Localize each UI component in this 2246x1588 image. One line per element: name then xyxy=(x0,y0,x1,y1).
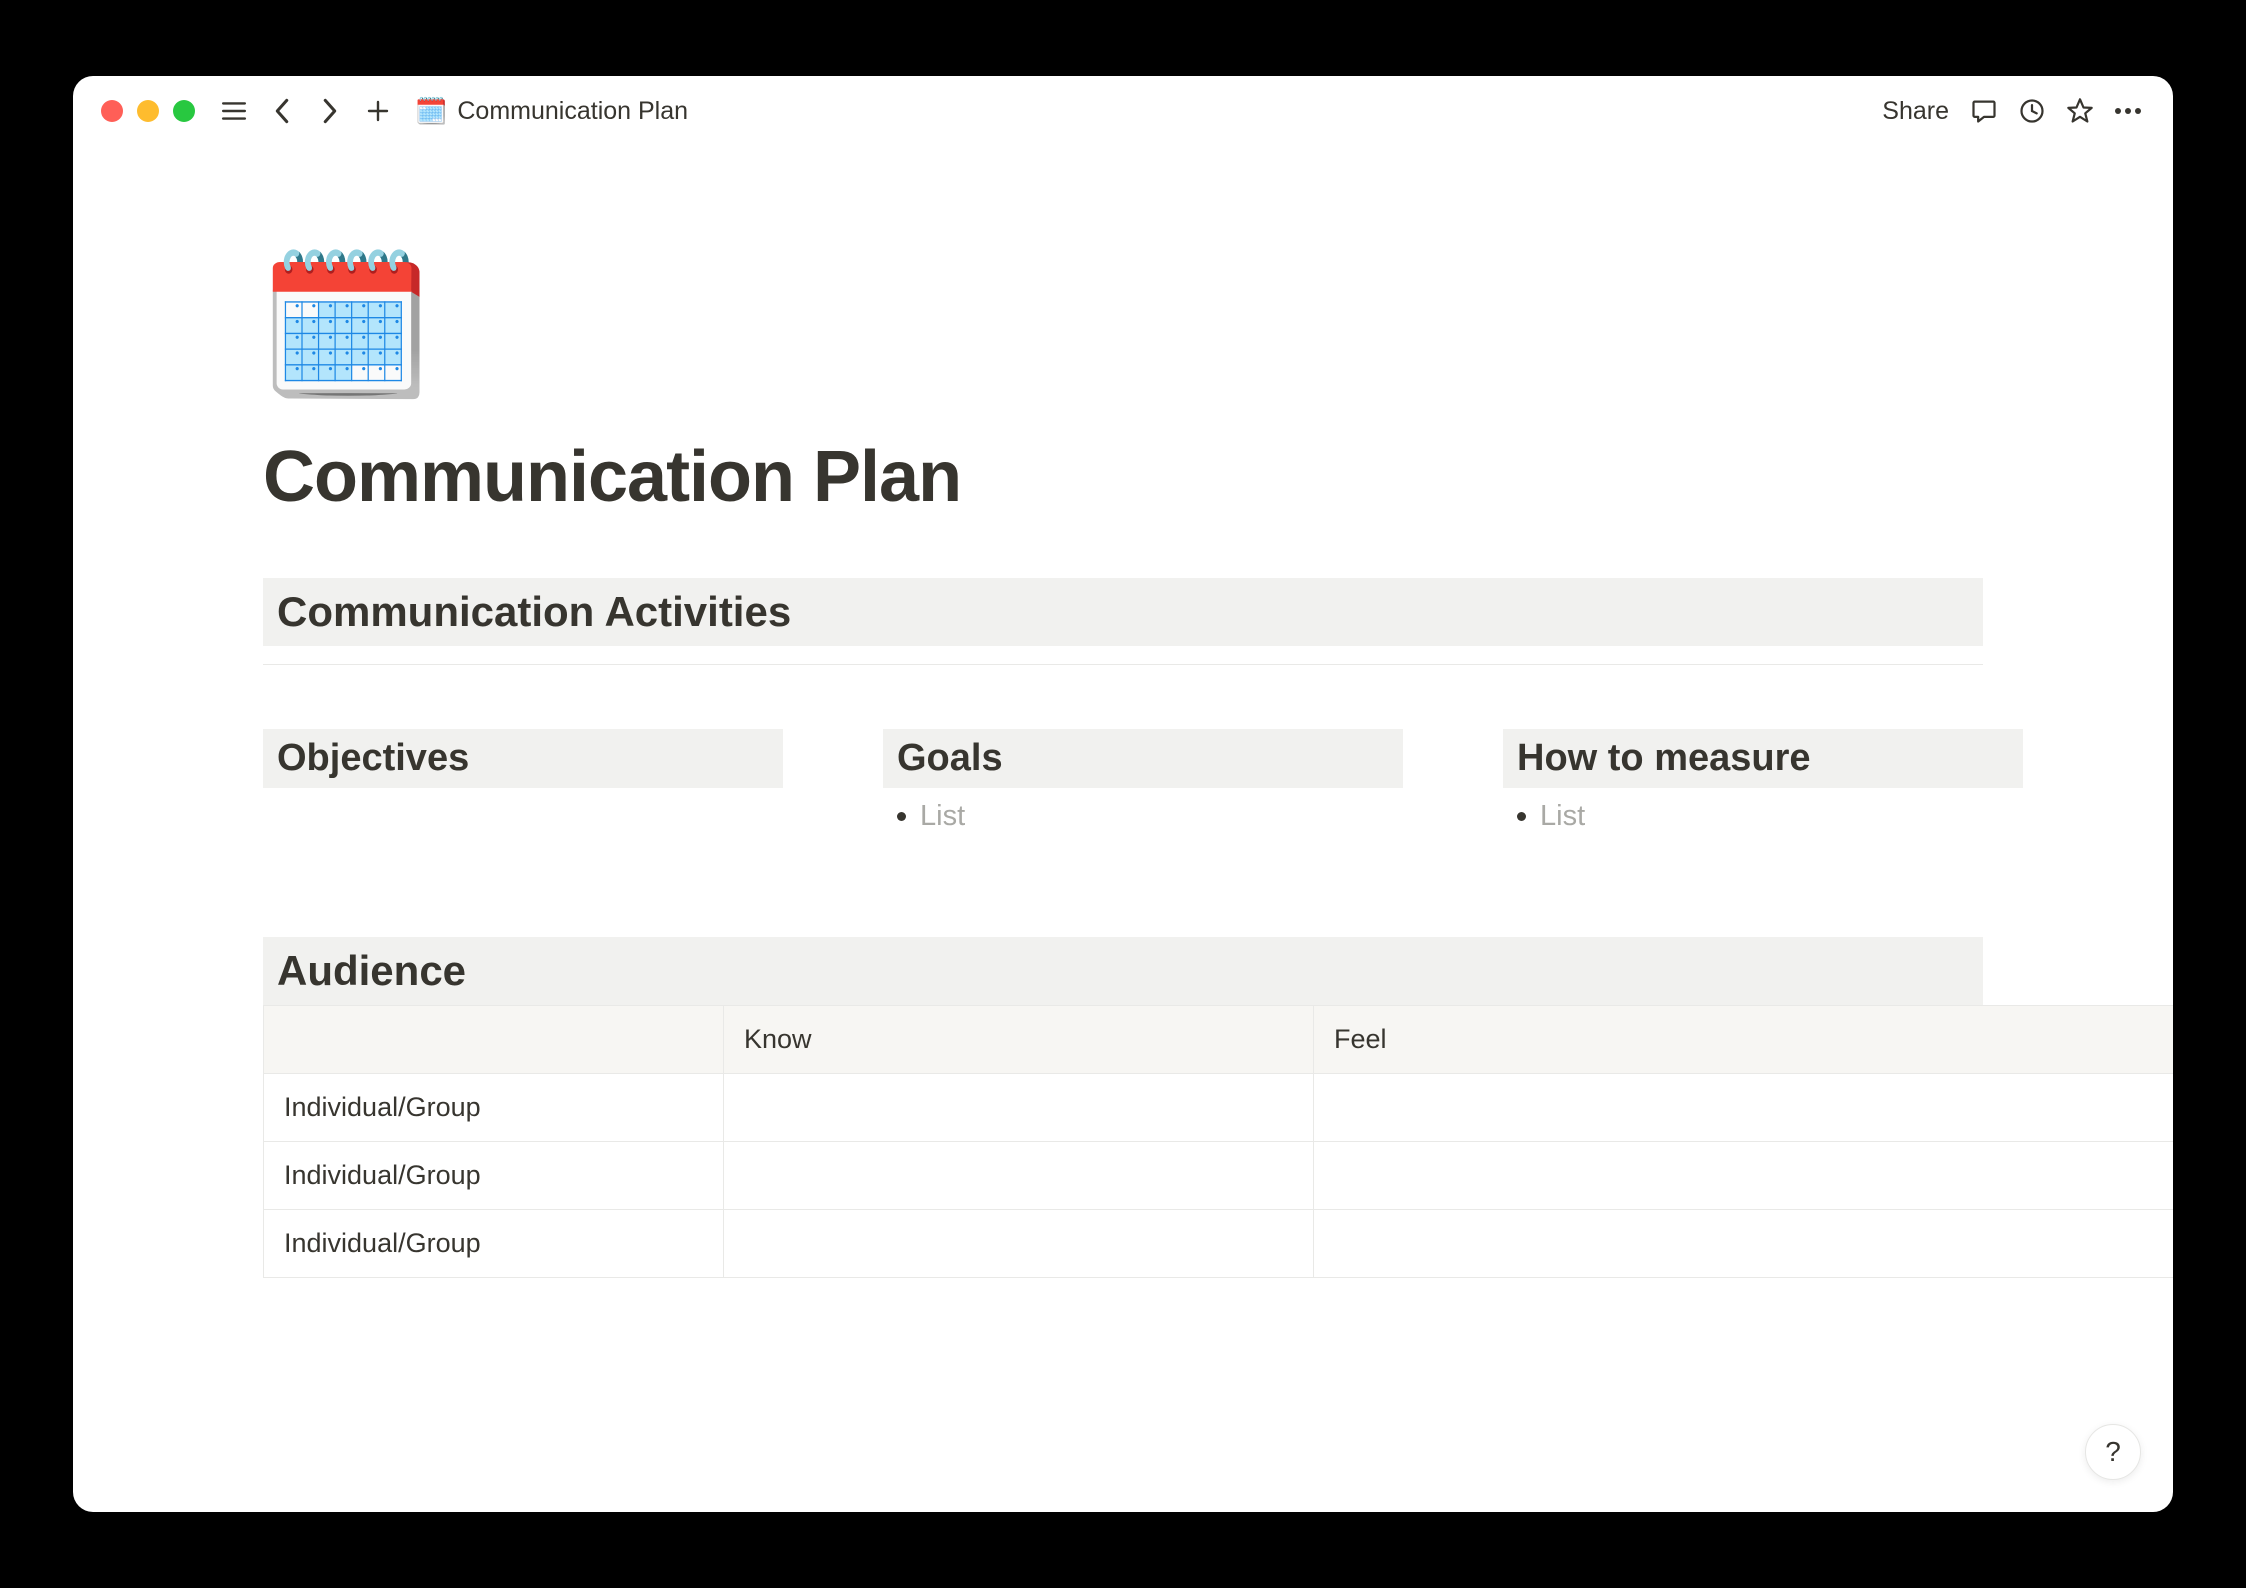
three-column-layout: Objectives Goals List How to measure Lis… xyxy=(263,729,1983,837)
breadcrumb-page-title: Communication Plan xyxy=(457,97,688,126)
table-row: Individual/Group xyxy=(264,1142,2174,1210)
back-button[interactable] xyxy=(265,94,299,128)
bullet-icon xyxy=(897,812,906,821)
table-row: Individual/Group xyxy=(264,1210,2174,1278)
favorite-button[interactable] xyxy=(2063,94,2097,128)
table-cell[interactable] xyxy=(1314,1074,2174,1142)
measure-bullet-item[interactable]: List xyxy=(1503,796,2023,837)
comments-button[interactable] xyxy=(1967,94,2001,128)
audience-table-wrap: Know Feel Individual/Group Individual/Gr… xyxy=(263,1005,2173,1278)
page-content: 🗓️ Communication Plan Communication Acti… xyxy=(73,146,2173,1512)
measure-heading[interactable]: How to measure xyxy=(1503,729,2023,788)
breadcrumb[interactable]: 🗓️ Communication Plan xyxy=(415,97,688,126)
toolbar: 🗓️ Communication Plan Share xyxy=(73,76,2173,146)
table-cell[interactable] xyxy=(1314,1210,2174,1278)
goals-bullet-item[interactable]: List xyxy=(883,796,1403,837)
goals-heading[interactable]: Goals xyxy=(883,729,1403,788)
page-icon[interactable]: 🗓️ xyxy=(259,256,1983,396)
table-cell[interactable] xyxy=(724,1142,1314,1210)
bullet-placeholder: List xyxy=(1540,800,1585,833)
app-window: 🗓️ Communication Plan Share xyxy=(73,76,2173,1512)
updates-button[interactable] xyxy=(2015,94,2049,128)
table-cell[interactable]: Individual/Group xyxy=(264,1210,724,1278)
forward-button[interactable] xyxy=(313,94,347,128)
table-cell[interactable] xyxy=(1314,1142,2174,1210)
goals-column: Goals List xyxy=(883,729,1403,837)
bullet-placeholder: List xyxy=(920,800,965,833)
window-controls xyxy=(101,100,195,122)
close-window-button[interactable] xyxy=(101,100,123,122)
table-cell[interactable] xyxy=(724,1074,1314,1142)
bullet-icon xyxy=(1517,812,1526,821)
objectives-column: Objectives xyxy=(263,729,783,837)
table-row: Individual/Group xyxy=(264,1074,2174,1142)
new-page-button[interactable] xyxy=(361,94,395,128)
table-header-cell[interactable] xyxy=(264,1006,724,1074)
table-header-cell[interactable]: Feel xyxy=(1314,1006,2174,1074)
help-button[interactable]: ? xyxy=(2085,1424,2141,1480)
activities-heading[interactable]: Communication Activities xyxy=(263,578,1983,646)
fullscreen-window-button[interactable] xyxy=(173,100,195,122)
objectives-heading[interactable]: Objectives xyxy=(263,729,783,788)
measure-column: How to measure List xyxy=(1503,729,2023,837)
sidebar-toggle-button[interactable] xyxy=(217,94,251,128)
audience-heading[interactable]: Audience xyxy=(263,937,1983,1005)
table-cell[interactable]: Individual/Group xyxy=(264,1074,724,1142)
share-button[interactable]: Share xyxy=(1882,97,1949,126)
audience-table[interactable]: Know Feel Individual/Group Individual/Gr… xyxy=(263,1005,2173,1278)
more-menu-button[interactable] xyxy=(2111,94,2145,128)
page-title[interactable]: Communication Plan xyxy=(263,436,1983,518)
table-cell[interactable]: Individual/Group xyxy=(264,1142,724,1210)
breadcrumb-page-icon: 🗓️ xyxy=(415,98,447,124)
table-cell[interactable] xyxy=(724,1210,1314,1278)
table-header-cell[interactable]: Know xyxy=(724,1006,1314,1074)
divider xyxy=(263,664,1983,665)
table-header-row: Know Feel xyxy=(264,1006,2174,1074)
minimize-window-button[interactable] xyxy=(137,100,159,122)
